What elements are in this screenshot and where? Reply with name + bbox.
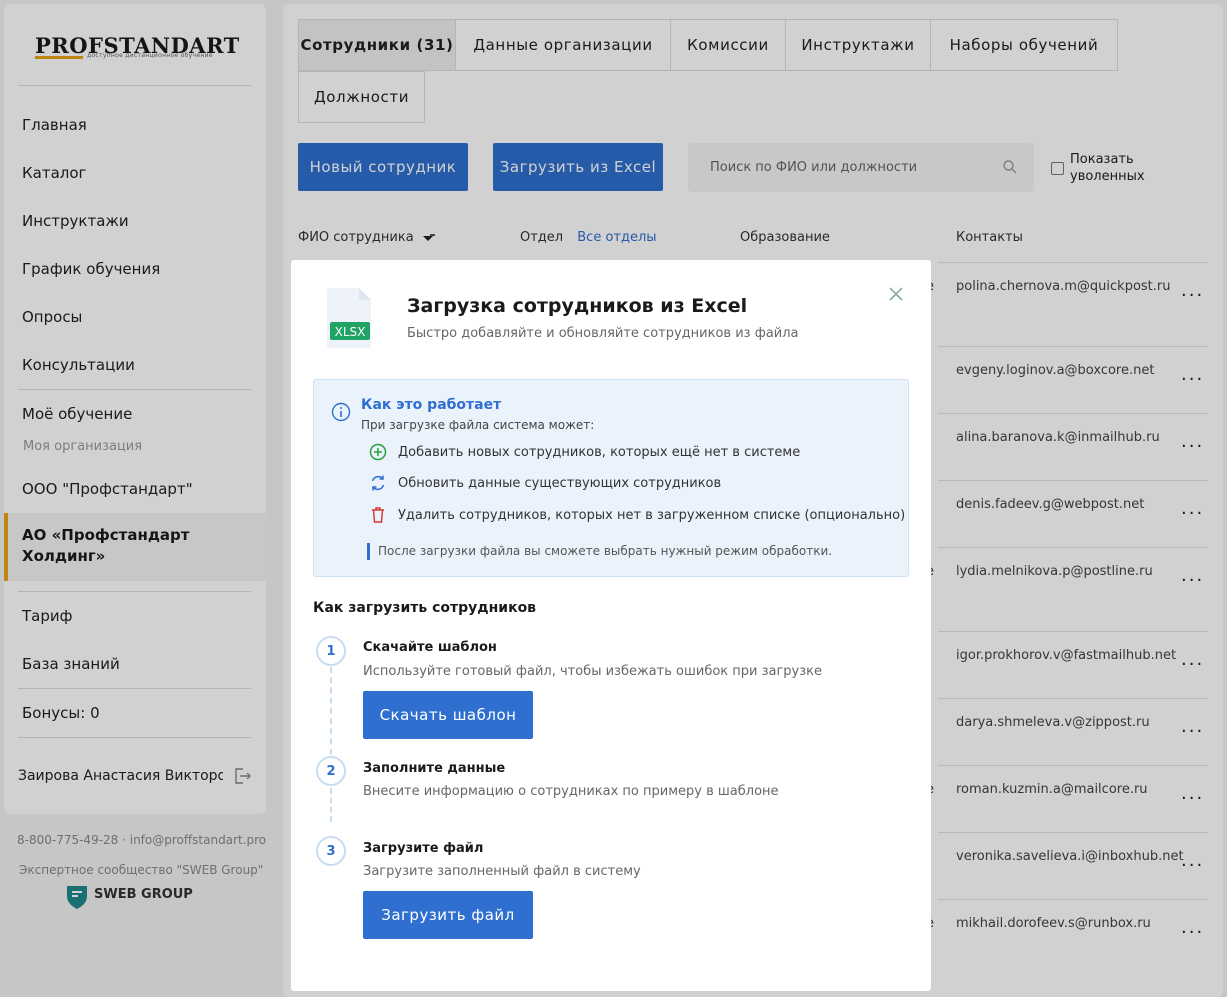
info-note: После загрузки файла вы сможете выбрать … — [367, 543, 832, 560]
step-description: Загрузите заполненный файл в систему — [363, 864, 641, 879]
upload-file-button[interactable]: Загрузить файл — [363, 891, 533, 939]
svg-text:XLSX: XLSX — [335, 325, 366, 339]
download-template-button[interactable]: Скачать шаблон — [363, 691, 533, 739]
xlsx-file-icon: XLSX — [327, 288, 371, 348]
modal-subtitle: Быстро добавляйте и обновляйте сотрудник… — [407, 326, 799, 341]
info-item-text: Обновить данные существующих сотрудников — [398, 476, 722, 491]
step-title: Скачайте шаблон — [363, 640, 497, 655]
info-item-text: Добавить новых сотрудников, которых ещё … — [398, 445, 801, 460]
step-number: 1 — [316, 636, 346, 666]
how-it-works-panel: Как это работает При загрузке файла сист… — [313, 379, 909, 577]
step-description: Используйте готовый файл, чтобы избежать… — [363, 664, 823, 679]
excel-upload-modal: XLSX Загрузка сотрудников из Excel Быстр… — [291, 260, 931, 991]
close-icon[interactable] — [887, 285, 905, 303]
how-to-title: Как загрузить сотрудников — [313, 600, 537, 616]
step-connector — [330, 788, 332, 822]
trash-icon — [372, 507, 384, 523]
plus-circle-icon — [369, 443, 387, 461]
refresh-icon — [371, 475, 385, 491]
info-title: Как это работает — [361, 397, 502, 413]
step-description: Внесите информацию о сотрудниках по прим… — [363, 784, 779, 799]
info-item-text: Удалить сотрудников, которых нет в загру… — [398, 508, 906, 523]
step-title: Заполните данные — [363, 761, 506, 776]
info-icon — [331, 402, 351, 422]
step-title: Загрузите файл — [363, 841, 484, 856]
step-number: 3 — [316, 836, 346, 866]
info-lead: При загрузке файла система может: — [361, 418, 595, 432]
step-number: 2 — [316, 756, 346, 786]
modal-title: Загрузка сотрудников из Excel — [407, 295, 748, 317]
